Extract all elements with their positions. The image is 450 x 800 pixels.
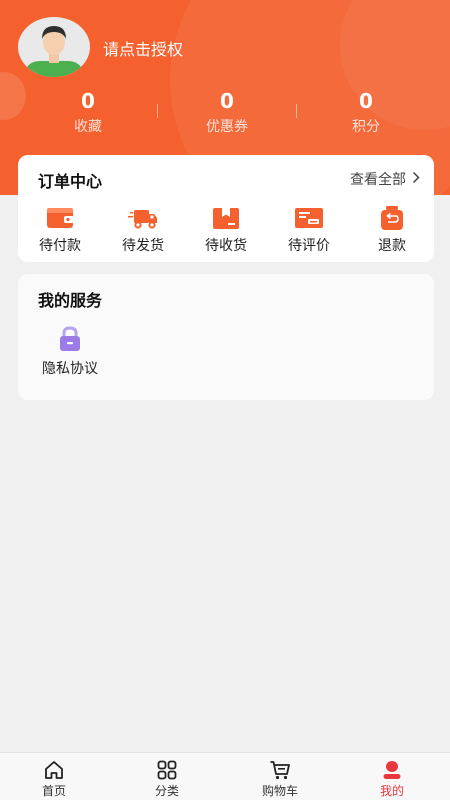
- order-pending-review[interactable]: 待评价: [274, 205, 344, 255]
- bottom-tab-bar: 首页 分类 购物车 我的: [0, 752, 450, 800]
- home-icon: [43, 759, 65, 781]
- order-item-label: 待收货: [205, 238, 247, 254]
- tab-label: 分类: [154, 784, 179, 798]
- order-pending-receipt[interactable]: 待收货: [191, 205, 261, 255]
- tab-category[interactable]: 分类: [127, 759, 207, 799]
- avatar[interactable]: [18, 17, 90, 77]
- order-center-card: 订单中心 查看全部 待付款 待发货 待收货 待评价 退款: [18, 155, 434, 262]
- user-icon: [381, 759, 403, 781]
- tab-label: 购物车: [261, 784, 298, 798]
- stat-value: 0: [220, 89, 234, 113]
- stat-points[interactable]: 0 积分: [306, 88, 426, 136]
- stat-favorites[interactable]: 0 收藏: [28, 88, 148, 136]
- tab-mine[interactable]: 我的: [352, 759, 432, 799]
- order-item-label: 待付款: [39, 238, 81, 254]
- tab-cart[interactable]: 购物车: [240, 759, 320, 799]
- order-item-label: 待发货: [122, 238, 164, 254]
- stat-divider: [157, 104, 158, 118]
- tab-label: 我的: [379, 784, 404, 798]
- order-item-label: 待评价: [288, 238, 330, 254]
- order-item-label: 退款: [378, 238, 406, 254]
- header-decoration: [0, 72, 26, 120]
- privacy-policy-item[interactable]: 隐私协议: [38, 326, 102, 378]
- order-pending-shipment[interactable]: 待发货: [108, 205, 178, 255]
- order-refund[interactable]: 退款: [357, 205, 427, 255]
- cart-icon: [269, 759, 291, 781]
- my-services-card: 我的服务 隐私协议: [18, 274, 434, 400]
- package-box-icon: [210, 205, 242, 231]
- tab-label: 首页: [41, 784, 66, 798]
- stat-label: 收藏: [74, 119, 102, 135]
- tab-home[interactable]: 首页: [14, 759, 94, 799]
- wallet-icon: [44, 205, 76, 231]
- review-card-icon: [293, 205, 325, 231]
- category-grid-icon: [156, 759, 178, 781]
- lock-icon: [58, 326, 82, 352]
- view-all-label: 查看全部: [350, 172, 406, 188]
- delivery-truck-icon: [127, 205, 159, 231]
- service-item-label: 隐私协议: [42, 361, 98, 377]
- stat-value: 0: [359, 89, 373, 113]
- refund-bag-icon: [376, 205, 408, 231]
- order-center-title: 订单中心: [38, 172, 103, 191]
- stat-label: 积分: [352, 119, 380, 135]
- stat-label: 优惠券: [206, 119, 248, 135]
- login-prompt[interactable]: 请点击授权: [103, 36, 183, 60]
- stat-divider: [296, 104, 297, 118]
- stat-value: 0: [81, 89, 95, 113]
- stat-coupons[interactable]: 0 优惠券: [167, 88, 287, 136]
- chevron-right-icon: [412, 171, 420, 188]
- order-pending-payment[interactable]: 待付款: [25, 205, 95, 255]
- view-all-orders-link[interactable]: 查看全部: [350, 169, 420, 189]
- my-services-title: 我的服务: [38, 291, 103, 310]
